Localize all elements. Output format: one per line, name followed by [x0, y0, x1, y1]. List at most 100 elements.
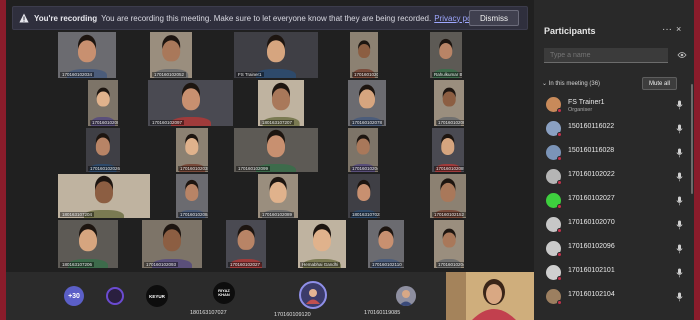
microphone-icon[interactable] [676, 172, 683, 182]
recording-title: You're recording [34, 13, 98, 23]
microphone-icon[interactable] [676, 292, 683, 302]
participant-name-label: 170160102047 [350, 166, 378, 171]
participant-name-label: Rahulkumar Bhavsar [432, 72, 462, 77]
status-badge [557, 108, 562, 113]
close-icon[interactable]: × [676, 24, 681, 34]
participant-video-tile[interactable]: 170160102026 [86, 128, 120, 172]
participant-video-tile[interactable]: 170160102078 [348, 80, 386, 126]
participant-list-item[interactable]: FS Trainer1 Organiser [542, 94, 687, 116]
participant-name-label: 170160102093 [144, 262, 179, 267]
person-face [185, 138, 199, 155]
participant-name-label: 180163107207 [260, 120, 295, 125]
participant-video-tile[interactable]: Hemabhai Gandhi [298, 220, 346, 268]
person-face [79, 229, 97, 251]
status-badge [557, 300, 562, 305]
avatar-purple-ring[interactable] [106, 287, 124, 305]
participant-video-tile[interactable]: 170160102052 [150, 32, 192, 78]
status-badge [557, 180, 562, 185]
participant-video-tile[interactable]: 170160102087 [88, 80, 118, 126]
participant-name-label: 170160102152 [432, 212, 466, 217]
participant-video-tile[interactable]: 170160102047 [348, 128, 378, 172]
participant-video-tile[interactable]: 180163107204 [58, 174, 150, 218]
in-meeting-section-header[interactable]: ⌄ In this meeting (36) [542, 80, 600, 87]
participant-video-tile[interactable]: 170160102034 [58, 32, 116, 78]
participant-video-tile[interactable]: 170160102089 [432, 128, 464, 172]
microphone-icon[interactable] [676, 244, 683, 254]
participant-list-item[interactable]: 150160116028 [542, 142, 687, 164]
overflow-count-button[interactable]: +30 [64, 286, 84, 306]
participant-video-tile[interactable]: 180163107207 [258, 80, 304, 126]
avatar-keyur[interactable]: KEYUR [146, 285, 168, 307]
participant-list-item[interactable]: 170160102027 [542, 190, 687, 212]
person-face [181, 88, 200, 111]
strip-label-3: 170160119085 [364, 310, 401, 316]
participant-search-input[interactable] [544, 48, 668, 63]
participant-video-tile[interactable]: 170160102027 [226, 220, 266, 268]
participant-video-tile[interactable]: 170160102080 [434, 80, 464, 126]
mute-all-button[interactable]: Mute all [642, 77, 678, 90]
person-face [378, 231, 394, 250]
participant-video-tile[interactable]: 170160102099 [234, 128, 318, 172]
participant-name: 170160102070 [568, 219, 615, 226]
microphone-icon[interactable] [676, 220, 683, 230]
recording-banner: You're recording You are recording this … [12, 6, 528, 30]
dismiss-button[interactable]: Dismiss [469, 10, 519, 26]
person-face [267, 135, 285, 158]
person-face [185, 184, 199, 201]
microphone-icon[interactable] [676, 268, 683, 278]
status-badge [557, 204, 562, 209]
avatar-active-speaker[interactable] [299, 281, 327, 309]
participant-video-tile[interactable]: 180163107206 [58, 220, 118, 268]
participant-name-label: 170160102052 [152, 72, 187, 77]
person-face [442, 232, 456, 248]
avatar-photo[interactable] [396, 286, 416, 306]
participant-list-item[interactable]: 150160116022 [542, 118, 687, 140]
participant-list-item[interactable]: 170160102022 [542, 166, 687, 188]
microphone-icon[interactable] [676, 100, 683, 110]
participant-list-item[interactable]: 170160102101 [542, 262, 687, 284]
status-badge [557, 276, 562, 281]
participant-video-tile[interactable]: 170160102097 [148, 80, 233, 126]
participants-title: Participants [544, 26, 596, 36]
microphone-icon[interactable] [676, 124, 683, 134]
participant-video-tile[interactable]: 170160102089 [258, 174, 298, 218]
participant-list-item[interactable]: 170160102104 [542, 286, 687, 308]
video-stage: You're recording You are recording this … [6, 0, 534, 320]
person-face [237, 230, 255, 251]
video-grid: 170160102034 170160102052 FS Trainer1 17016… [58, 32, 468, 270]
participant-video-tile[interactable]: 170160102022 [350, 32, 378, 78]
participant-video-tile[interactable]: FS Trainer1 [234, 32, 318, 78]
participant-list-item[interactable]: 170160102070 [542, 214, 687, 236]
strip-label-1: 180163107027 [190, 310, 227, 316]
avatar-riyaz-khan[interactable]: RIYAZ KHAN [213, 282, 235, 304]
microphone-icon[interactable] [676, 148, 683, 158]
participant-name-label: 170160102034 [60, 72, 95, 77]
person-face [162, 40, 180, 62]
microphone-icon[interactable] [676, 196, 683, 206]
person-face [78, 40, 96, 63]
participant-name-label: 170160102087 [90, 120, 118, 125]
person-face [313, 229, 331, 251]
chevron-down-icon: ⌄ [542, 81, 548, 87]
person-face [267, 40, 285, 63]
participant-name-label: 180163107028 [350, 212, 380, 217]
participant-video-tile[interactable]: 170160102038 [176, 128, 208, 172]
recording-message: You are recording this meeting. Make sur… [101, 13, 432, 23]
teams-window: You're recording You are recording this … [6, 0, 694, 320]
participant-video-tile[interactable]: Rahulkumar Bhavsar [430, 32, 462, 78]
participant-video-tile[interactable]: 170160102110 [368, 220, 404, 268]
participant-video-tile[interactable]: 170160102152 [430, 174, 466, 218]
strip-label-2: 170160109120 [274, 312, 311, 318]
participant-video-tile[interactable]: 170160102093 [142, 220, 202, 268]
more-options-icon[interactable]: ··· [662, 24, 672, 35]
scrollbar[interactable] [691, 84, 693, 194]
person-face [442, 91, 456, 107]
person-video-image [446, 272, 534, 320]
participant-list-item[interactable]: 170160102096 [542, 238, 687, 260]
participant-video-tile[interactable]: 170160102084 [176, 174, 208, 218]
participant-name-label: 170160102026 [88, 166, 120, 171]
participant-video-tile[interactable]: 180163107028 [348, 174, 380, 218]
participant-video-tile[interactable]: 170160102045 [434, 220, 464, 268]
share-icon[interactable] [677, 51, 687, 59]
participant-name: 170160102104 [568, 291, 615, 298]
